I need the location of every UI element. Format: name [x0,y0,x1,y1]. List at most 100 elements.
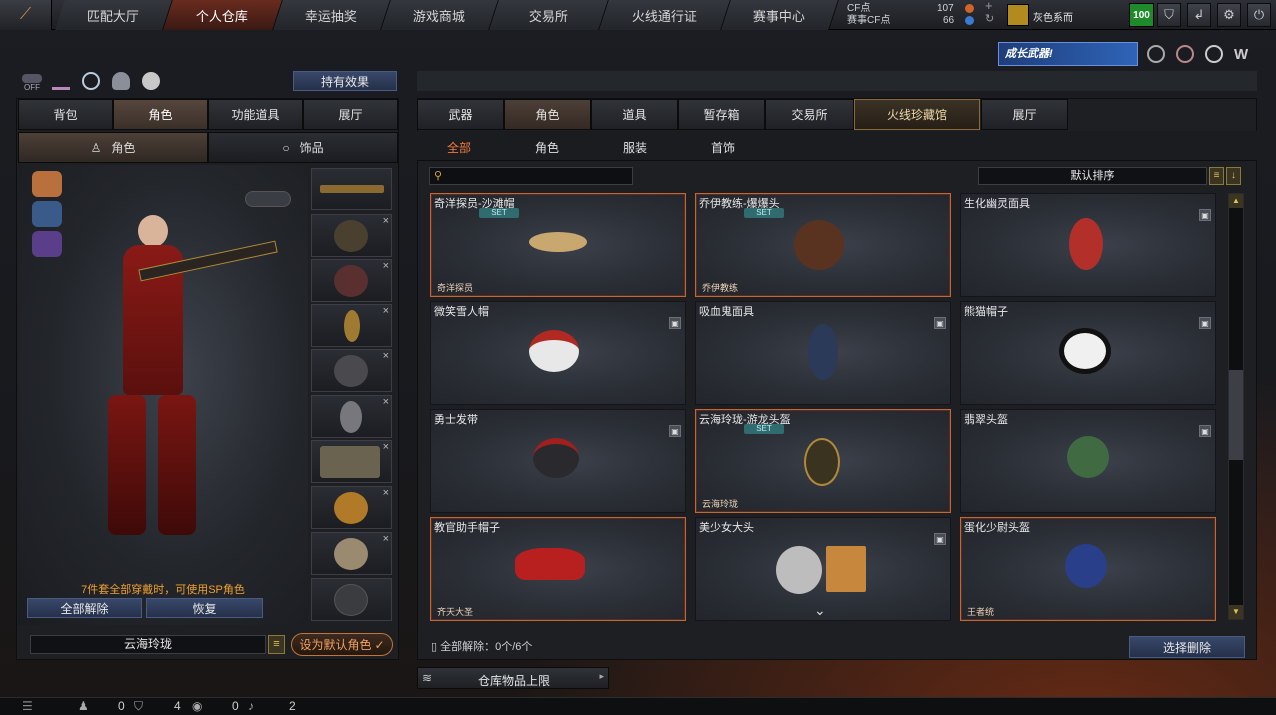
mouse-icon[interactable] [142,72,160,90]
sort-menu-icon[interactable]: ≡ [1209,167,1224,185]
unequip-icon[interactable]: × [383,305,389,317]
return-icon[interactable]: ↲ [1187,3,1211,27]
toggle-off-icon[interactable]: OFF [22,72,42,92]
tab-weapons[interactable]: 武器 [417,99,504,130]
nav-tab-event-center[interactable]: 赛事中心 [721,0,839,30]
pose-icon[interactable] [112,72,130,90]
tab-backpack[interactable]: 背包 [18,99,113,130]
sort-dropdown[interactable]: 默认排序 [978,167,1207,185]
tab-exhibition[interactable]: 展厅 [981,99,1068,130]
nav-tab-personal-storage[interactable]: 个人仓库 [163,0,283,30]
slot-pendant[interactable]: × [311,395,392,438]
w-badge-icon[interactable]: W [1234,46,1254,63]
unequip-icon[interactable]: × [383,533,389,545]
item-card[interactable]: 吸血鬼面具 ▣ [695,301,951,405]
clan-shield-icon[interactable]: ⛉ [134,699,143,714]
character-preview[interactable] [18,165,308,625]
lock-icon[interactable]: ▣ [934,317,946,329]
nav-tab-match-lobby[interactable]: 匹配大厅 [55,0,173,30]
nav-tab-game-mall[interactable]: 游戏商城 [381,0,499,30]
tab-temp-storage[interactable]: 暂存箱 [678,99,765,130]
wing-badge-icon[interactable] [1205,45,1223,63]
tab-collection-hall[interactable]: 火线珍藏馆 [854,99,980,130]
item-card[interactable]: 蛋化少尉头盔 王者统 [960,517,1216,621]
slot-mask[interactable]: × [311,259,392,302]
item-card[interactable]: 教官助手帽子 齐天大圣 [430,517,686,621]
fire-class-icon[interactable] [32,171,62,197]
unequip-icon[interactable]: × [383,260,389,272]
unequip-icon[interactable]: × [383,441,389,453]
item-card[interactable]: 奇洋探员-沙滩帽 SET 奇洋探员 [430,193,686,297]
storage-limit-bar[interactable]: ≋ 仓库物品上限 ▸ [417,667,609,689]
refresh-icon[interactable]: ↻ [985,13,994,25]
speaker-icon[interactable]: ♪ [248,699,254,713]
unequip-icon[interactable]: × [383,215,389,227]
search-input[interactable]: ⚲ [429,167,633,185]
recharge-plus-icon[interactable]: + [985,0,993,12]
owned-effects-button[interactable]: 持有效果 [293,71,397,91]
tab-items[interactable]: 道具 [591,99,678,130]
subtab-accessories[interactable]: ○ 饰品 [208,132,398,163]
sort-direction-icon[interactable]: ↓ [1226,167,1241,185]
set-default-character-button[interactable]: 设为默认角色 ✓ [291,633,393,656]
scroll-down-arrow-icon[interactable]: ▼ [1229,605,1243,619]
item-card[interactable]: 翡翠头盔 ▣ [960,409,1216,513]
filter-clothing[interactable]: 服装 [623,139,647,156]
unequip-icon[interactable]: × [383,350,389,362]
growth-weapon-banner[interactable]: 成长武器! [998,42,1138,66]
slot-helmet[interactable]: × [311,214,392,257]
spirit-class-icon[interactable] [32,231,62,257]
lock-icon[interactable]: ▣ [934,533,946,545]
water-class-icon[interactable] [32,201,62,227]
power-icon[interactable]: ⏻ [1247,3,1271,27]
friends-icon[interactable]: ♟ [78,699,89,713]
lock-icon[interactable]: ▣ [1199,209,1211,221]
lock-icon[interactable]: ▣ [669,425,681,437]
slot-boots[interactable]: × [311,532,392,575]
filter-character[interactable]: 角色 [535,139,559,156]
game-logo-icon[interactable]: ⟋ [0,0,52,30]
slot-armor[interactable]: × [311,349,392,392]
scroll-up-icon[interactable]: ▲ [1229,194,1243,208]
item-card[interactable]: 熊猫帽子 ▣ [960,301,1216,405]
select-delete-button[interactable]: 选择删除 [1129,636,1245,658]
menu-list-icon[interactable]: ☰ [22,699,33,713]
list-menu-icon[interactable]: ≡ [268,635,285,654]
item-card[interactable]: 乔伊教练-爆爆头 SET 乔伊教练 [695,193,951,297]
nav-tab-trading-post[interactable]: 交易所 [489,0,609,30]
level-badge[interactable]: 100 [1129,3,1154,27]
tab-functional-items[interactable]: 功能道具 [208,99,303,130]
subtab-character[interactable]: ♙ 角色 [18,132,208,163]
scrollbar-thumb[interactable] [1229,370,1243,460]
visibility-toggle-icon[interactable] [245,191,291,207]
scroll-down-icon[interactable]: ⌄ [814,602,826,619]
gear-icon[interactable]: ⚙ [1217,3,1241,27]
lock-icon[interactable]: ▣ [1199,425,1211,437]
chat-icon[interactable]: ◉ [192,699,202,713]
v-badge-icon[interactable] [1147,45,1165,63]
remove-all-button[interactable]: 全部解除 [27,598,142,618]
stats-icon[interactable] [52,72,70,90]
filter-jewelry[interactable]: 首饰 [711,139,735,156]
slot-gloves[interactable]: × [311,486,392,529]
tab-trading[interactable]: 交易所 [765,99,854,130]
slot-weapon[interactable] [311,168,392,210]
item-card[interactable]: 生化幽灵面具 ▣ [960,193,1216,297]
slot-earring[interactable]: × [311,304,392,347]
filter-all[interactable]: 全部 [447,139,471,156]
player-rank-emblem-icon[interactable] [1007,4,1029,26]
shield-icon[interactable]: ⛉ [1157,3,1181,27]
slot-belt[interactable]: × [311,440,392,483]
lock-icon[interactable]: ▣ [669,317,681,329]
nav-tab-lucky-draw[interactable]: 幸运抽奖 [273,0,391,30]
lock-icon[interactable]: ▣ [1199,317,1211,329]
unequip-icon[interactable]: × [383,487,389,499]
item-card[interactable]: 微笑雪人帽 ▣ [430,301,686,405]
item-card[interactable]: 勇士发带 ▣ [430,409,686,513]
tab-character[interactable]: 角色 [113,99,208,130]
slot-empty[interactable] [311,578,392,621]
restore-button[interactable]: 恢复 [146,598,263,618]
nav-tab-battle-pass[interactable]: 火线通行证 [599,0,731,30]
tab-characters[interactable]: 角色 [504,99,591,130]
rotate-icon[interactable] [82,72,100,90]
